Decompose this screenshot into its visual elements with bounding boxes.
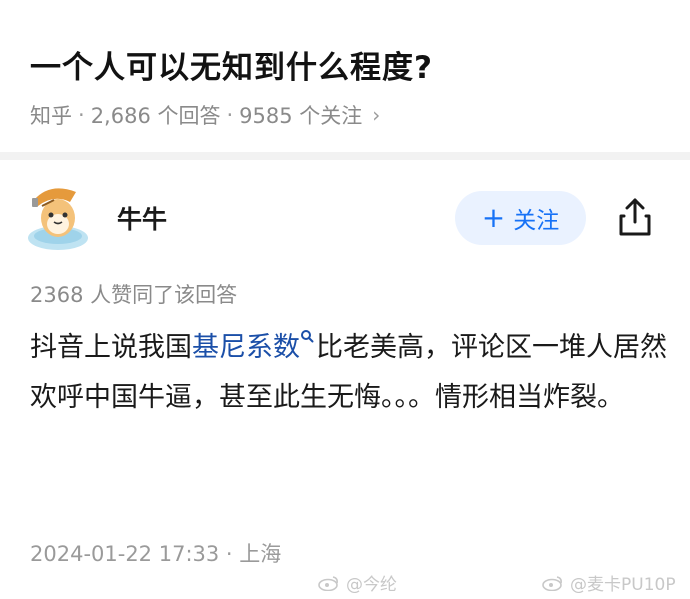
- answer-timestamp-location: 2024-01-22 17:33 · 上海: [30, 542, 282, 566]
- follow-button[interactable]: + 关注: [455, 191, 586, 245]
- watermark-left-text: @今纶: [346, 575, 397, 595]
- weibo-icon: [542, 575, 562, 591]
- plus-icon: +: [481, 201, 506, 234]
- section-divider: [0, 152, 690, 160]
- author-name[interactable]: 牛牛: [117, 200, 167, 236]
- upvote-count: 2368 人赞同了该回答: [30, 283, 238, 307]
- watermark-left: @今纶: [318, 570, 397, 595]
- watermark-right-text: @麦卡PU10P: [570, 575, 676, 595]
- search-icon: [301, 330, 314, 343]
- weibo-icon: [318, 575, 338, 591]
- keyword-link[interactable]: 基尼系数: [192, 330, 316, 363]
- follow-label: 关注: [513, 208, 560, 234]
- cartoon-cat-avatar-icon[interactable]: [20, 178, 96, 254]
- answer-count: 2,686 个回答: [90, 104, 221, 128]
- chevron-right-icon: ›: [372, 103, 381, 127]
- follower-count: 9585 个关注: [239, 104, 363, 128]
- answer-body[interactable]: 抖音上说我国基尼系数 比老美高，评论区一堆人居然欢呼中国牛逼，甚至此生无悔。。。情…: [30, 323, 670, 423]
- source-label: 知乎: [30, 104, 72, 128]
- answer-text-before: 抖音上说我国: [30, 332, 192, 363]
- question-title[interactable]: 一个人可以无知到什么程度?: [30, 42, 433, 87]
- meta-separator: ·: [78, 103, 85, 127]
- share-icon[interactable]: [612, 194, 658, 240]
- watermark-right: @麦卡PU10P: [542, 570, 676, 595]
- question-meta[interactable]: 知乎 · 2,686 个回答 · 9585 个关注 ›: [30, 100, 380, 130]
- meta-separator: ·: [226, 103, 234, 127]
- keyword-text: 基尼系数: [192, 332, 300, 363]
